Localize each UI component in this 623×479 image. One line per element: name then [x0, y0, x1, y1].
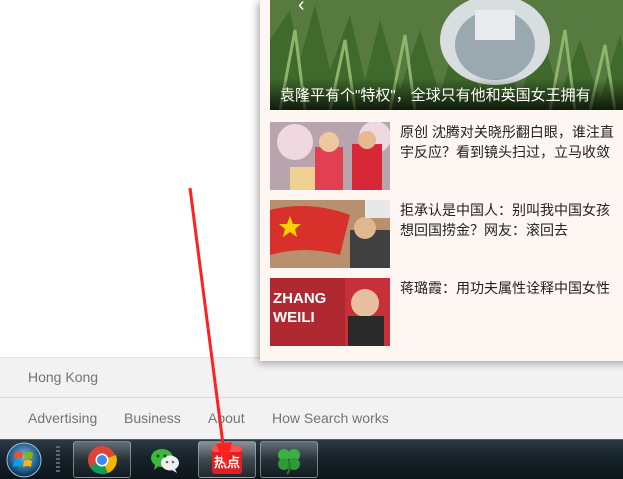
taskbar-grip[interactable]: [56, 446, 60, 474]
news-thumbnail: ZHANG WEILI: [270, 278, 390, 346]
chevron-left-icon[interactable]: ‹: [298, 0, 305, 17]
chrome-icon: [88, 446, 117, 475]
news-title: 拒承认是中国人：别叫我中国女孩 想回国捞金？网友：滚回去: [400, 202, 610, 238]
footer-link-advertising[interactable]: Advertising: [28, 410, 97, 426]
news-item[interactable]: 拒承认是中国人：别叫我中国女孩 想回国捞金？网友：滚回去: [270, 200, 623, 268]
taskbar-clover-button[interactable]: [260, 441, 318, 478]
taskbar-redian-button[interactable]: 热点: [198, 441, 256, 478]
news-title: 原创 沈腾对关晓彤翻白眼，谁注直 宇反应？看到镜头扫过，立马收敛: [400, 124, 614, 160]
news-item[interactable]: 原创 沈腾对关晓彤翻白眼，谁注直 宇反应？看到镜头扫过，立马收敛: [270, 122, 623, 190]
svg-text:WEILI: WEILI: [273, 309, 315, 326]
footer-link-how-search-works[interactable]: How Search works: [272, 410, 389, 426]
taskbar-chrome-button[interactable]: [73, 441, 131, 478]
footer-link-about[interactable]: About: [208, 410, 245, 426]
search-footer: Hong Kong Advertising Business About How…: [0, 357, 623, 439]
news-thumbnail: [270, 200, 390, 268]
news-item[interactable]: ZHANG WEILI 蒋璐霞：用功夫属性诠释中国女性: [270, 278, 623, 346]
taskbar-wechat-button[interactable]: [136, 441, 194, 478]
footer-country: Hong Kong: [28, 369, 99, 385]
clover-icon: [278, 449, 300, 475]
windows-start-icon[interactable]: [4, 442, 44, 478]
wechat-icon: [151, 449, 179, 473]
svg-text:热点: 热点: [214, 455, 240, 471]
svg-text:ZHANG: ZHANG: [273, 290, 326, 307]
hero-news-card[interactable]: ‹ 袁隆平有个"特权"，全球只有他和英国女王拥有: [270, 0, 623, 110]
footer-link-business[interactable]: Business: [124, 410, 181, 426]
news-title: 蒋璐霞：用功夫属性诠释中国女性: [400, 280, 610, 296]
news-popup-panel: ‹ 袁隆平有个"特权"，全球只有他和英国女王拥有 原创 沈腾对关晓彤翻白眼，谁注…: [260, 0, 623, 361]
redian-icon: 热点: [212, 446, 242, 474]
news-thumbnail: [270, 122, 390, 190]
windows-taskbar: 热点: [0, 439, 623, 479]
footer-divider: [0, 397, 623, 398]
hero-caption: 袁隆平有个"特权"，全球只有他和英国女王拥有: [280, 87, 591, 104]
